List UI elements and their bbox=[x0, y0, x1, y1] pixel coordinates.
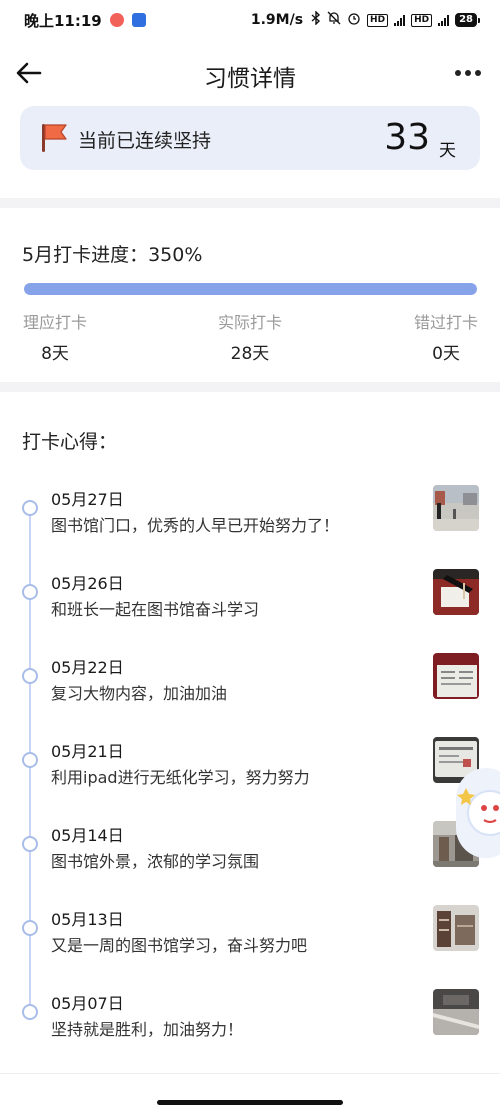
entry-text: 图书馆外景，浓郁的学习氛围 bbox=[51, 852, 260, 871]
entry-photo-thumbnail[interactable] bbox=[433, 905, 479, 951]
plaza-photo bbox=[433, 485, 479, 531]
entry-date: 05月21日 bbox=[51, 742, 124, 761]
entry-date: 05月07日 bbox=[51, 994, 124, 1013]
timeline-dot bbox=[22, 1004, 38, 1020]
timeline-dot bbox=[22, 752, 38, 768]
stat-value: 28天 bbox=[230, 344, 270, 364]
app-header: 习惯详情 bbox=[0, 48, 500, 100]
timeline-dot bbox=[22, 668, 38, 684]
entry-photo-thumbnail[interactable] bbox=[433, 989, 479, 1035]
stat-missed: 错过打卡 0天 bbox=[386, 309, 500, 364]
timeline-dot bbox=[22, 920, 38, 936]
timeline-entry[interactable]: 05月26日 和班长一起在图书馆奋斗学习 bbox=[0, 569, 500, 630]
stat-actual: 实际打卡 28天 bbox=[190, 309, 310, 364]
library-shelf-photo bbox=[433, 905, 479, 951]
timeline-entry[interactable]: 05月13日 又是一周的图书馆学习，奋斗努力吧 bbox=[0, 905, 500, 966]
alarm-icon bbox=[347, 11, 361, 29]
more-dot-icon bbox=[465, 70, 471, 76]
notification-app-icon bbox=[131, 13, 146, 27]
timeline-entry[interactable]: 05月27日 图书馆门口，优秀的人早已开始努力了！ bbox=[0, 485, 500, 546]
network-speed: 1.9M/s bbox=[250, 12, 304, 28]
stat-value: 8天 bbox=[41, 344, 69, 364]
timeline-entry[interactable]: 05月14日 图书馆外景，浓郁的学习氛围 bbox=[0, 821, 500, 882]
more-dot-icon bbox=[455, 70, 461, 76]
entry-text: 和班长一起在图书馆奋斗学习 bbox=[51, 600, 260, 619]
timeline-dot bbox=[22, 500, 38, 516]
streak-unit: 天 bbox=[439, 141, 456, 161]
corridor-photo bbox=[433, 989, 479, 1035]
desk-writing-photo bbox=[433, 569, 479, 615]
stat-label: 实际打卡 bbox=[217, 313, 282, 332]
entry-date: 05月22日 bbox=[51, 658, 124, 677]
timeline-entry[interactable]: 05月07日 坚持就是胜利，加油努力！ bbox=[0, 989, 500, 1050]
entry-photo-thumbnail[interactable] bbox=[433, 485, 479, 531]
flag-icon bbox=[42, 124, 67, 152]
streak-value: 33 bbox=[384, 117, 430, 158]
entry-photo-thumbnail[interactable] bbox=[433, 653, 479, 699]
progress-bar-fill bbox=[24, 283, 477, 295]
stat-value: 0天 bbox=[432, 344, 460, 364]
timeline-dot bbox=[22, 836, 38, 852]
signal-icon bbox=[438, 14, 450, 26]
entry-text: 又是一周的图书馆学习，奋斗努力吧 bbox=[51, 936, 308, 955]
more-dot-icon bbox=[475, 70, 481, 76]
timeline-dot bbox=[22, 584, 38, 600]
entry-text: 复习大物内容，加油加油 bbox=[51, 684, 228, 703]
hd-icon: HD bbox=[411, 13, 433, 27]
battery-level: 28 bbox=[455, 13, 477, 27]
textbook-photo bbox=[433, 653, 479, 699]
floating-assistant-button[interactable] bbox=[456, 768, 500, 858]
entry-date: 05月14日 bbox=[51, 826, 124, 845]
entry-text: 利用ipad进行无纸化学习，努力努力 bbox=[51, 768, 310, 787]
entry-date: 05月26日 bbox=[51, 574, 124, 593]
entry-date: 05月27日 bbox=[51, 490, 124, 509]
home-indicator[interactable] bbox=[157, 1100, 343, 1105]
notes-title: 打卡心得： bbox=[22, 431, 118, 453]
battery-icon: 28 bbox=[455, 13, 480, 27]
progress-bar bbox=[24, 283, 477, 295]
entry-photo-thumbnail[interactable] bbox=[433, 569, 479, 615]
streak-card: 当前已连续坚持 33 天 bbox=[20, 106, 480, 170]
streak-label: 当前已连续坚持 bbox=[78, 130, 212, 152]
section-divider bbox=[0, 198, 500, 208]
progress-title: 5月打卡进度：350% bbox=[22, 244, 203, 266]
hd-icon: HD bbox=[367, 13, 389, 27]
mute-bell-icon bbox=[327, 11, 341, 29]
entry-text: 坚持就是胜利，加油努力！ bbox=[51, 1020, 244, 1039]
status-time: 晚上11:19 bbox=[24, 11, 102, 30]
bottom-separator bbox=[0, 1073, 500, 1074]
status-bar: 晚上11:19 1.9M/s HD HD 28 bbox=[0, 0, 500, 40]
bluetooth-icon bbox=[311, 10, 321, 29]
timeline-entry[interactable]: 05月21日 利用ipad进行无纸化学习，努力努力 bbox=[0, 737, 500, 798]
stat-label: 理应打卡 bbox=[22, 313, 87, 332]
page-title: 习惯详情 bbox=[204, 66, 296, 92]
notification-app-icon bbox=[109, 13, 124, 27]
signal-icon bbox=[394, 14, 406, 26]
entry-date: 05月13日 bbox=[51, 910, 124, 929]
stat-expected: 理应打卡 8天 bbox=[0, 309, 115, 364]
section-divider bbox=[0, 382, 500, 392]
more-options-button[interactable] bbox=[452, 58, 484, 88]
cartoon-assistant-icon bbox=[457, 788, 500, 836]
timeline-entry[interactable]: 05月22日 复习大物内容，加油加油 bbox=[0, 653, 500, 714]
entry-text: 图书馆门口，优秀的人早已开始努力了！ bbox=[51, 516, 340, 535]
stat-label: 错过打卡 bbox=[413, 313, 478, 332]
